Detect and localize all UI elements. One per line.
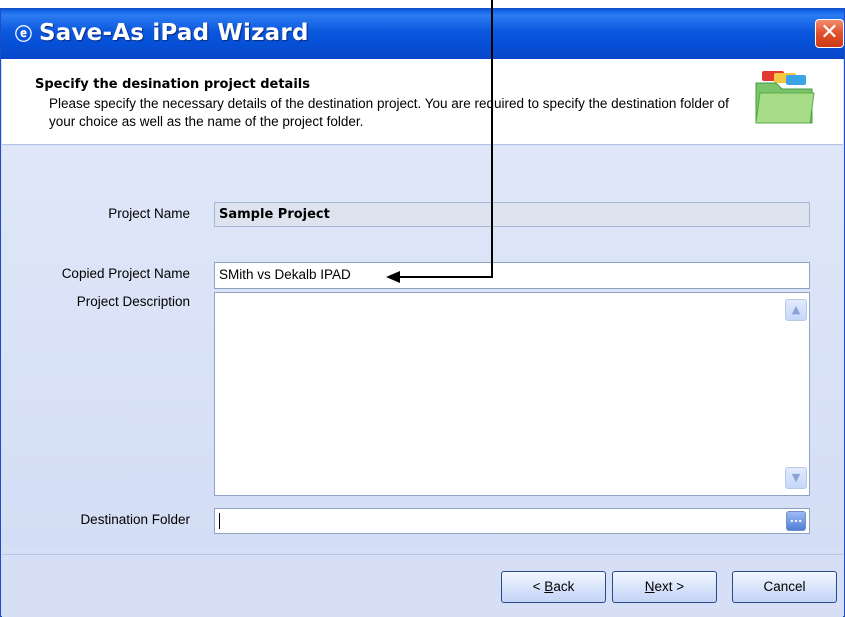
annotation-line-vertical bbox=[491, 0, 493, 278]
form-panel: Project Name Sample Project Copied Proje… bbox=[2, 146, 843, 546]
cancel-button[interactable]: Cancel bbox=[732, 571, 837, 603]
project-description-label: Project Description bbox=[76, 294, 190, 309]
back-button[interactable]: < Back bbox=[501, 571, 606, 603]
annotation-line-horizontal bbox=[398, 276, 493, 278]
project-name-field: Sample Project bbox=[214, 202, 810, 227]
app-icon: ⓔ bbox=[15, 25, 32, 45]
title-bar[interactable]: ⓔ Save-As iPad Wizard ✕ bbox=[1, 9, 844, 59]
browse-folder-button[interactable]: ... bbox=[786, 511, 806, 531]
copied-project-name-label: Copied Project Name bbox=[61, 266, 190, 281]
close-button[interactable]: ✕ bbox=[815, 19, 844, 48]
project-description-textarea[interactable]: ▲ ▼ bbox=[214, 292, 810, 496]
annotation-arrow-icon bbox=[386, 271, 400, 283]
destination-folder-input[interactable] bbox=[214, 508, 810, 534]
text-caret bbox=[219, 513, 220, 529]
scroll-up-button[interactable]: ▲ bbox=[785, 299, 807, 321]
header-title: Specify the desination project details bbox=[35, 77, 310, 92]
wizard-window: ⓔ Save-As iPad Wizard ✕ Specify the desi… bbox=[0, 8, 845, 617]
copied-project-name-input[interactable]: SMith vs Dekalb IPAD bbox=[214, 262, 810, 289]
header-description: Please specify the necessary details of … bbox=[49, 96, 729, 129]
project-name-label: Project Name bbox=[108, 206, 190, 221]
button-bar: < Back Next > Cancel bbox=[2, 554, 843, 617]
folder-icon bbox=[755, 71, 815, 124]
scroll-down-button[interactable]: ▼ bbox=[785, 467, 807, 489]
next-button[interactable]: Next > bbox=[612, 571, 717, 603]
destination-folder-label: Destination Folder bbox=[80, 512, 190, 527]
window-title: Save-As iPad Wizard bbox=[39, 20, 309, 46]
header-panel: Specify the desination project details P… bbox=[2, 59, 843, 145]
